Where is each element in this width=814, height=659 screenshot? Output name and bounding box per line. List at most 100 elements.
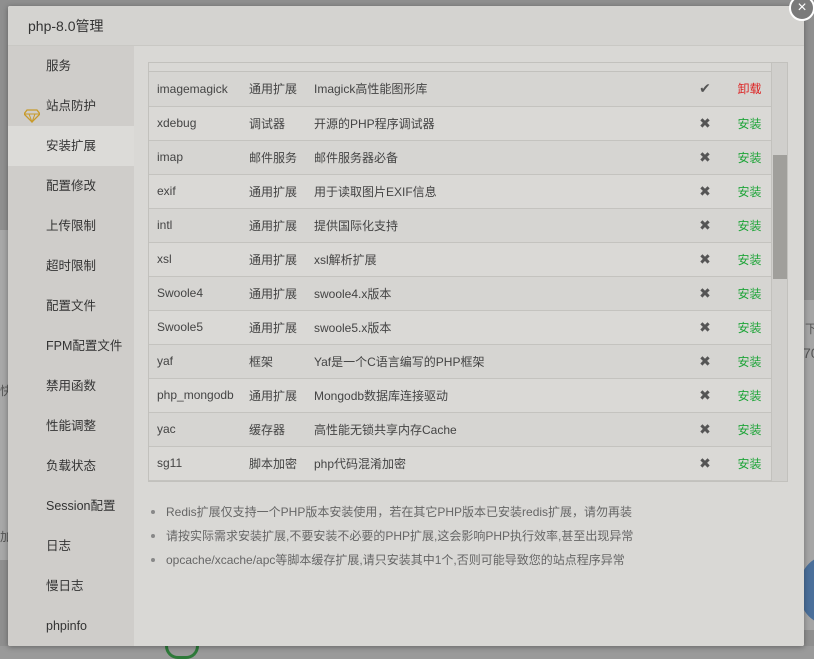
table-row: Swoole5 通用扩展 swoole5.x版本 ✖ 安装 [149, 310, 773, 345]
close-button[interactable]: × [789, 0, 814, 21]
extension-description: Yaf是一个C语言编写的PHP框架 [314, 344, 684, 379]
extensions-panel: imagemagick 通用扩展 Imagick高性能图形库 ✔ 卸载 xdebug 调试器… [134, 46, 804, 646]
extension-description: Mongodb数据库连接驱动 [314, 378, 684, 413]
sidebar-item-label: 配置修改 [46, 179, 97, 193]
table-row: xsl 通用扩展 xsl解析扩展 ✖ 安装 [149, 242, 773, 277]
install-link[interactable]: 安装 [726, 106, 773, 141]
cross-icon: ✖ [684, 446, 726, 481]
table-row: intl 通用扩展 提供国际化支持 ✖ 安装 [149, 208, 773, 243]
install-link[interactable]: 安装 [726, 208, 773, 243]
extension-description: 邮件服务器必备 [314, 140, 684, 175]
install-link[interactable]: 安装 [726, 412, 773, 447]
install-link[interactable]: 安装 [726, 242, 773, 277]
table-row: yac 缓存器 高性能无锁共享内存Cache ✖ 安装 [149, 412, 773, 447]
sidebar-item-install-extensions[interactable]: 安装扩展 [8, 126, 134, 166]
sidebar-item-service[interactable]: 服务 [8, 46, 134, 86]
table-row: exif 通用扩展 用于读取图片EXIF信息 ✖ 安装 [149, 174, 773, 209]
sidebar-item-label: Session配置 [46, 499, 116, 513]
sidebar-item-site-protection[interactable]: 站点防护 [8, 86, 134, 126]
cross-icon: ✖ [684, 344, 726, 379]
sidebar-item-label: 慢日志 [46, 579, 84, 593]
extension-name: imagemagick [149, 72, 249, 107]
sidebar-item-label: 站点防护 [46, 99, 97, 113]
extension-name: php_mongodb [149, 378, 249, 413]
extension-description: 用于读取图片EXIF信息 [314, 174, 684, 209]
php-manager-dialog: php-8.0管理 服务 站点防护 安装扩展 配置修改 上传限制 超时限制 配置… [8, 6, 804, 646]
table-row: yaf 框架 Yaf是一个C语言编写的PHP框架 ✖ 安装 [149, 344, 773, 379]
extension-name: intl [149, 208, 249, 243]
cross-icon: ✖ [684, 242, 726, 277]
background-page-bottom [0, 646, 814, 659]
extension-description: php代码混淆加密 [314, 446, 684, 481]
cross-icon: ✖ [684, 378, 726, 413]
sidebar: 服务 站点防护 安装扩展 配置修改 上传限制 超时限制 配置文件 FPM配置文件… [8, 46, 134, 646]
extension-type: 通用扩展 [249, 242, 314, 277]
sidebar-item-performance[interactable]: 性能调整 [8, 406, 134, 446]
install-link[interactable]: 安装 [726, 344, 773, 379]
cross-icon: ✖ [684, 208, 726, 243]
sidebar-item-phpinfo[interactable]: phpinfo [8, 606, 134, 646]
extension-description: swoole5.x版本 [314, 310, 684, 345]
extension-type: 缓存器 [249, 412, 314, 447]
sidebar-item-config-file[interactable]: 配置文件 [8, 286, 134, 326]
extensions-table: imagemagick 通用扩展 Imagick高性能图形库 ✔ 卸载 xdebug 调试器… [149, 72, 773, 481]
extension-name: Swoole4 [149, 276, 249, 311]
install-link[interactable]: 安装 [726, 310, 773, 345]
extension-name: sg11 [149, 446, 249, 481]
sidebar-item-label: 上传限制 [46, 219, 97, 233]
cross-icon: ✖ [684, 310, 726, 345]
extension-description: Imagick高性能图形库 [314, 72, 684, 107]
sidebar-item-load-status[interactable]: 负载状态 [8, 446, 134, 486]
extension-description: 提供国际化支持 [314, 208, 684, 243]
install-link[interactable]: 安装 [726, 140, 773, 175]
tip-item: 请按实际需求安装扩展,不要安装不必要的PHP扩展,这会影响PHP执行效率,甚至出… [148, 524, 788, 548]
table-top-partial-row [149, 63, 787, 72]
extension-description: 高性能无锁共享内存Cache [314, 412, 684, 447]
sidebar-item-label: phpinfo [46, 619, 88, 633]
extension-type: 框架 [249, 344, 314, 379]
install-link[interactable]: 安装 [726, 276, 773, 311]
uninstall-link[interactable]: 卸载 [726, 72, 773, 107]
sidebar-item-label: 负载状态 [46, 459, 97, 473]
extension-description: swoole4.x版本 [314, 276, 684, 311]
tip-item: opcache/xcache/apc等脚本缓存扩展,请只安装其中1个,否则可能导… [148, 548, 788, 572]
sidebar-item-config-modify[interactable]: 配置修改 [8, 166, 134, 206]
extension-type: 通用扩展 [249, 276, 314, 311]
table-row: xdebug 调试器 开源的PHP程序调试器 ✖ 安装 [149, 106, 773, 141]
sidebar-item-upload-limit[interactable]: 上传限制 [8, 206, 134, 246]
extension-name: yac [149, 412, 249, 447]
extension-type: 通用扩展 [249, 208, 314, 243]
sidebar-item-slow-logs[interactable]: 慢日志 [8, 566, 134, 606]
sidebar-item-label: 服务 [46, 59, 72, 73]
table-row: php_mongodb 通用扩展 Mongodb数据库连接驱动 ✖ 安装 [149, 378, 773, 413]
extension-name: imap [149, 140, 249, 175]
sidebar-item-label: 日志 [46, 539, 72, 553]
sidebar-item-label: 配置文件 [46, 299, 97, 313]
extension-type: 通用扩展 [249, 310, 314, 345]
sidebar-item-timeout-limit[interactable]: 超时限制 [8, 246, 134, 286]
install-link[interactable]: 安装 [726, 174, 773, 209]
table-scrollbar[interactable] [771, 63, 787, 481]
extension-type: 通用扩展 [249, 72, 314, 107]
extension-description: xsl解析扩展 [314, 242, 684, 277]
cross-icon: ✖ [684, 412, 726, 447]
install-link[interactable]: 安装 [726, 378, 773, 413]
table-row: imagemagick 通用扩展 Imagick高性能图形库 ✔ 卸载 [149, 72, 773, 107]
tips-list: Redis扩展仅支持一个PHP版本安装使用，若在其它PHP版本已安装redis扩… [148, 500, 788, 572]
sidebar-item-fpm-config[interactable]: FPM配置文件 [8, 326, 134, 366]
sidebar-item-disabled-functions[interactable]: 禁用函数 [8, 366, 134, 406]
cross-icon: ✖ [684, 106, 726, 141]
extension-type: 调试器 [249, 106, 314, 141]
sidebar-item-logs[interactable]: 日志 [8, 526, 134, 566]
sidebar-item-session-config[interactable]: Session配置 [8, 486, 134, 526]
scrollbar-thumb[interactable] [773, 155, 787, 279]
sidebar-item-label: 性能调整 [46, 419, 97, 433]
cross-icon: ✖ [684, 174, 726, 209]
extension-type: 通用扩展 [249, 378, 314, 413]
table-row: Swoole4 通用扩展 swoole4.x版本 ✖ 安装 [149, 276, 773, 311]
tip-item: Redis扩展仅支持一个PHP版本安装使用，若在其它PHP版本已安装redis扩… [148, 500, 788, 524]
extension-name: exif [149, 174, 249, 209]
install-link[interactable]: 安装 [726, 446, 773, 481]
sidebar-item-label: 超时限制 [46, 259, 97, 273]
extension-description: 开源的PHP程序调试器 [314, 106, 684, 141]
